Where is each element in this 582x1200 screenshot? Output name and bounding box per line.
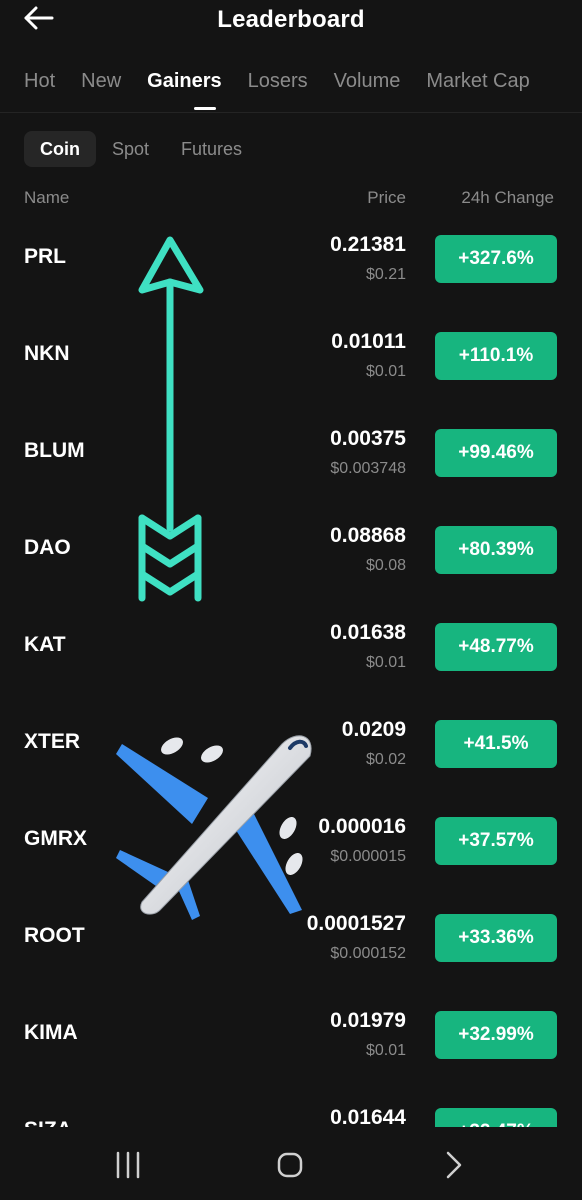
list-item[interactable]: PRL 0.21381 $0.21 +327.6% [0, 211, 582, 308]
page-title: Leaderboard [217, 6, 365, 33]
change-badge[interactable]: +33.36% [435, 914, 557, 962]
subtab-futures[interactable]: Futures [165, 131, 258, 167]
coin-price: 0.21381 [330, 233, 406, 256]
tab-market-cap[interactable]: Market Cap [426, 70, 529, 93]
leaderboard-list: PRL 0.21381 $0.21 +327.6% NKN 0.01011 $0… [0, 211, 582, 1127]
coin-symbol: KAT [24, 633, 66, 656]
coin-symbol: ROOT [24, 924, 85, 947]
coin-symbol: SIZA [24, 1118, 72, 1127]
home-icon[interactable] [270, 1145, 310, 1185]
tab-losers[interactable]: Losers [248, 70, 308, 93]
subtab-coin[interactable]: Coin [24, 131, 96, 167]
coin-usd-price: $0.21 [365, 266, 406, 283]
back-chevron-icon[interactable] [434, 1145, 474, 1185]
coin-price: 0.01638 [330, 621, 406, 644]
coin-price: 0.08868 [330, 524, 406, 547]
change-badge[interactable]: +32.47% [435, 1108, 557, 1127]
divider [0, 112, 582, 113]
active-tab-indicator [194, 107, 216, 110]
change-badge[interactable]: +327.6% [435, 235, 557, 283]
list-item[interactable]: DAO 0.08868 $0.08 +80.39% [0, 502, 582, 599]
change-badge[interactable]: +48.77% [435, 623, 557, 671]
list-item[interactable]: KAT 0.01638 $0.01 +48.77% [0, 599, 582, 696]
coin-symbol: XTER [24, 730, 81, 753]
coin-price: 0.0209 [341, 718, 406, 741]
coin-price: 0.01011 [331, 330, 406, 353]
change-badge[interactable]: +32.99% [435, 1011, 557, 1059]
list-item[interactable]: XTER 0.0209 $0.02 +41.5% [0, 696, 582, 793]
coin-price: 0.01979 [330, 1009, 406, 1032]
list-item[interactable]: NKN 0.01011 $0.01 +110.1% [0, 308, 582, 405]
tab-gainers[interactable]: Gainers [147, 70, 221, 93]
coin-price: 0.01644 [330, 1106, 406, 1127]
coin-price: 0.0001527 [306, 912, 406, 935]
coin-symbol: GMRX [24, 827, 87, 850]
coin-usd-price: $0.01 [365, 363, 406, 380]
column-24h-change[interactable]: 24h Change [461, 188, 554, 208]
change-badge[interactable]: +99.46% [435, 429, 557, 477]
coin-symbol: PRL [24, 245, 66, 268]
coin-symbol: DAO [24, 536, 71, 559]
change-badge[interactable]: +110.1% [435, 332, 557, 380]
system-nav-bar [0, 1127, 582, 1200]
column-price[interactable]: Price [367, 188, 406, 208]
market-type-tabs: Coin Spot Futures [24, 131, 258, 167]
tab-new[interactable]: New [81, 70, 121, 93]
coin-symbol: KIMA [24, 1021, 78, 1044]
coin-usd-price: $0.000015 [330, 848, 406, 865]
list-item[interactable]: BLUM 0.00375 $0.003748 +99.46% [0, 405, 582, 502]
app-header: Leaderboard [0, 0, 582, 44]
change-badge[interactable]: +80.39% [435, 526, 557, 574]
coin-usd-price: $0.08 [365, 557, 406, 574]
list-item[interactable]: ROOT 0.0001527 $0.000152 +33.36% [0, 890, 582, 987]
coin-usd-price: $0.02 [365, 751, 406, 768]
column-name[interactable]: Name [24, 188, 69, 208]
category-tabs: Hot New Gainers Losers Volume Market Cap [24, 70, 582, 100]
coin-symbol: BLUM [24, 439, 85, 462]
subtab-spot[interactable]: Spot [96, 131, 165, 167]
recent-apps-icon[interactable] [108, 1145, 148, 1185]
tab-volume[interactable]: Volume [334, 70, 401, 93]
coin-usd-price: $0.003748 [330, 460, 406, 477]
coin-price: 0.000016 [318, 815, 406, 838]
list-item[interactable]: KIMA 0.01979 $0.01 +32.99% [0, 987, 582, 1084]
coin-usd-price: $0.000152 [330, 945, 406, 962]
list-item[interactable]: SIZA 0.01644 +32.47% [0, 1084, 582, 1127]
change-badge[interactable]: +41.5% [435, 720, 557, 768]
coin-symbol: NKN [24, 342, 70, 365]
coin-usd-price: $0.01 [365, 1042, 406, 1059]
coin-price: 0.00375 [330, 427, 406, 450]
tab-hot[interactable]: Hot [24, 70, 55, 93]
change-badge[interactable]: +37.57% [435, 817, 557, 865]
list-item[interactable]: GMRX 0.000016 $0.000015 +37.57% [0, 793, 582, 890]
coin-usd-price: $0.01 [365, 654, 406, 671]
